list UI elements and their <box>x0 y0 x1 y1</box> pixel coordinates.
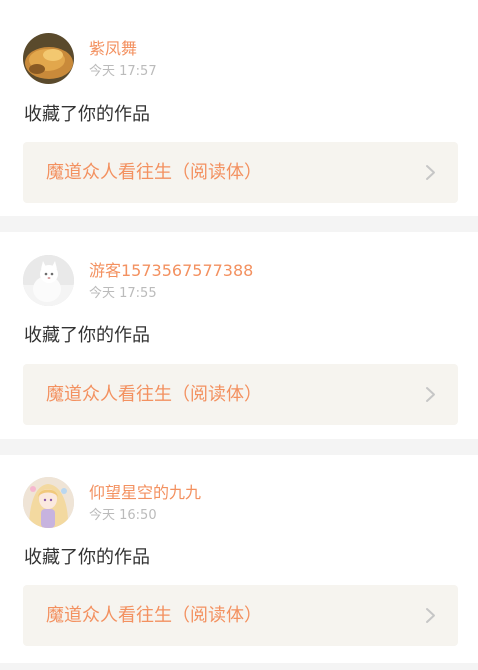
white-cat-avatar-icon <box>23 255 74 306</box>
notification-header: 游客1573567577388 今天 17:55 <box>23 255 453 307</box>
chevron-right-icon <box>426 608 435 623</box>
action-text: 收藏了你的作品 <box>24 104 150 125</box>
timestamp: 今天 17:55 <box>89 286 157 301</box>
work-link[interactable]: 魔道众人看往生（阅读体） <box>23 585 458 646</box>
food-photo-avatar-icon <box>23 33 74 84</box>
action-text: 收藏了你的作品 <box>24 547 150 568</box>
timestamp: 今天 16:50 <box>89 508 157 523</box>
avatar[interactable] <box>23 33 74 84</box>
chevron-right-icon <box>426 387 435 402</box>
notification-header: 紫凤舞 今天 17:57 <box>23 33 453 85</box>
avatar[interactable] <box>23 255 74 306</box>
work-title: 魔道众人看往生（阅读体） <box>46 162 262 183</box>
work-link[interactable]: 魔道众人看往生（阅读体） <box>23 364 458 425</box>
work-title: 魔道众人看往生（阅读体） <box>46 605 262 626</box>
action-text: 收藏了你的作品 <box>24 325 150 346</box>
work-link[interactable]: 魔道众人看往生（阅读体） <box>23 142 458 203</box>
notification-header: 仰望星空的九九 今天 16:50 <box>23 477 453 529</box>
work-title: 魔道众人看往生（阅读体） <box>46 384 262 405</box>
username[interactable]: 游客1573567577388 <box>89 261 253 281</box>
username[interactable]: 仰望星空的九九 <box>89 483 201 503</box>
anime-girl-avatar-icon <box>23 477 74 528</box>
timestamp: 今天 17:57 <box>89 64 157 79</box>
chevron-right-icon <box>426 165 435 180</box>
avatar[interactable] <box>23 477 74 528</box>
username[interactable]: 紫凤舞 <box>89 39 137 59</box>
